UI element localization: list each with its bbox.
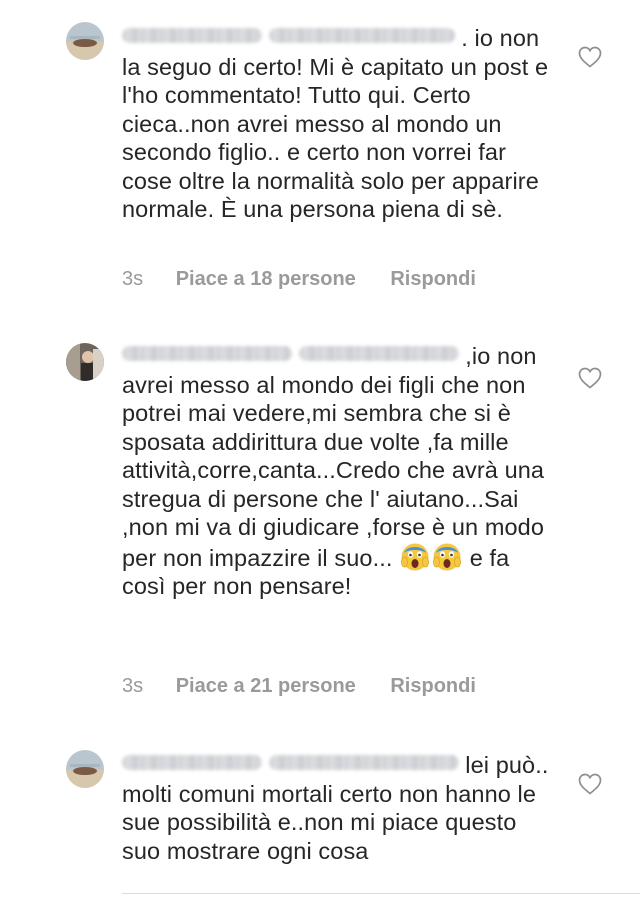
avatar[interactable] (66, 22, 104, 60)
heart-outline-icon[interactable] (578, 773, 602, 795)
comment-text: lei può.. molti comuni mortali certo non… (122, 751, 550, 865)
heart-outline-icon[interactable] (578, 367, 602, 389)
comment-text: . io non la seguo di certo! Mi è capitat… (122, 24, 550, 224)
comment-text-content: . io non la seguo di certo! Mi è capitat… (122, 25, 549, 222)
blurred-mention[interactable] (268, 28, 455, 43)
likes-count[interactable]: Piace a 18 persone (176, 268, 356, 290)
blurred-username[interactable] (122, 346, 292, 361)
avatar[interactable] (66, 343, 104, 381)
reply-button[interactable]: Rispondi (390, 268, 476, 290)
blurred-username[interactable] (122, 755, 262, 770)
screaming-face-emoji (400, 542, 430, 572)
screaming-face-emoji (432, 542, 462, 572)
reply-button[interactable]: Rispondi (390, 675, 476, 697)
avatar[interactable] (66, 750, 104, 788)
comment-text-content: ,io non avrei messo al mondo dei figli c… (122, 343, 545, 571)
comment-text: ,io non avrei messo al mondo dei figli c… (122, 342, 550, 601)
blurred-mention[interactable] (268, 755, 459, 770)
comment-time: 3s (122, 675, 144, 697)
blurred-username[interactable] (122, 28, 262, 43)
likes-count[interactable]: Piace a 21 persone (176, 675, 356, 697)
heart-outline-icon[interactable] (578, 46, 602, 68)
comment-time: 3s (122, 268, 144, 290)
blurred-mention[interactable] (298, 346, 459, 361)
divider (122, 893, 640, 894)
